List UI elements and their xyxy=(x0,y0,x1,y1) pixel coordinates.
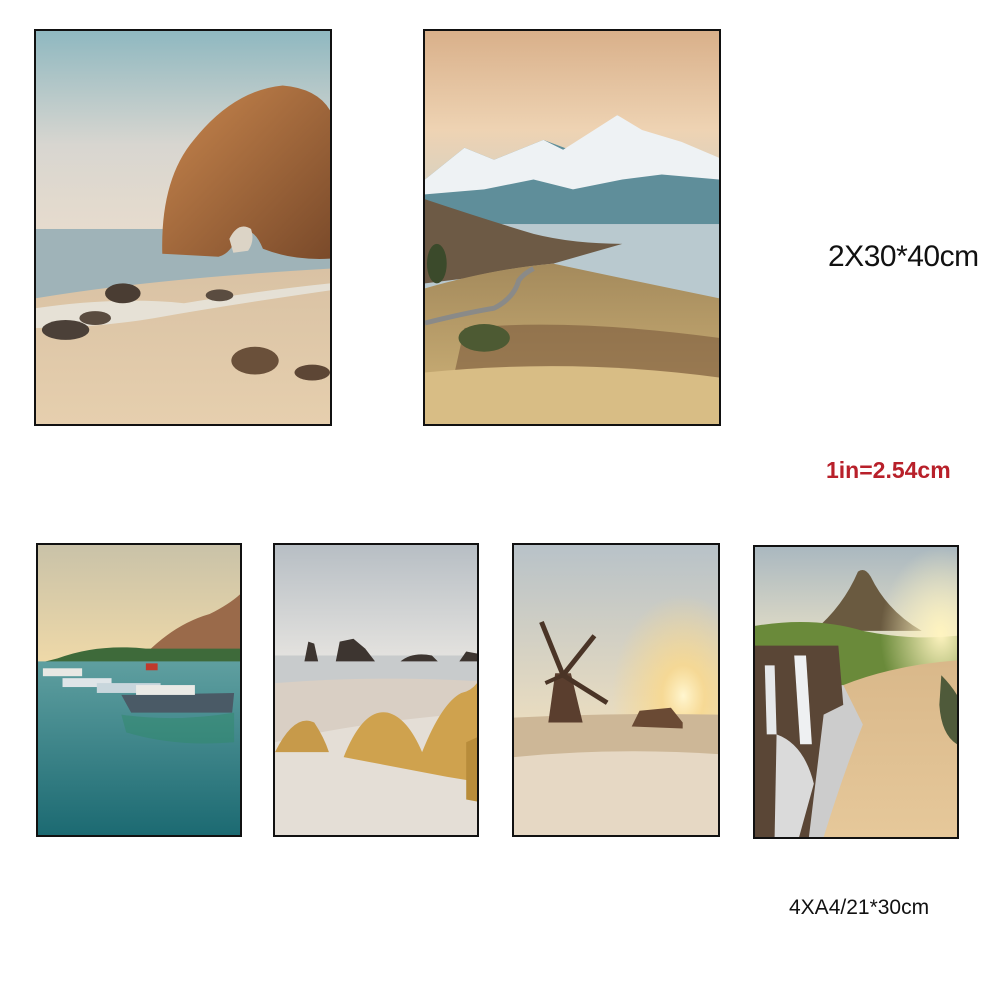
large-poster-size-label: 2X30*40cm xyxy=(828,240,979,273)
sea-arch-image xyxy=(36,31,330,424)
poster-sea-arch xyxy=(34,29,332,426)
small-poster-size-label: 4XA4/21*30cm xyxy=(789,896,930,919)
poster-windmill xyxy=(512,543,720,837)
windmill-image xyxy=(514,545,718,835)
poster-dunes xyxy=(273,543,479,837)
dunes-image xyxy=(275,545,477,835)
mountain-lake-image xyxy=(425,31,719,424)
poster-mountain-lake xyxy=(423,29,721,426)
unit-conversion-label: 1in=2.54cm xyxy=(826,457,951,483)
poster-waterfall xyxy=(753,545,959,839)
harbor-image xyxy=(38,545,240,835)
waterfall-image xyxy=(755,547,957,837)
poster-harbor xyxy=(36,543,242,837)
